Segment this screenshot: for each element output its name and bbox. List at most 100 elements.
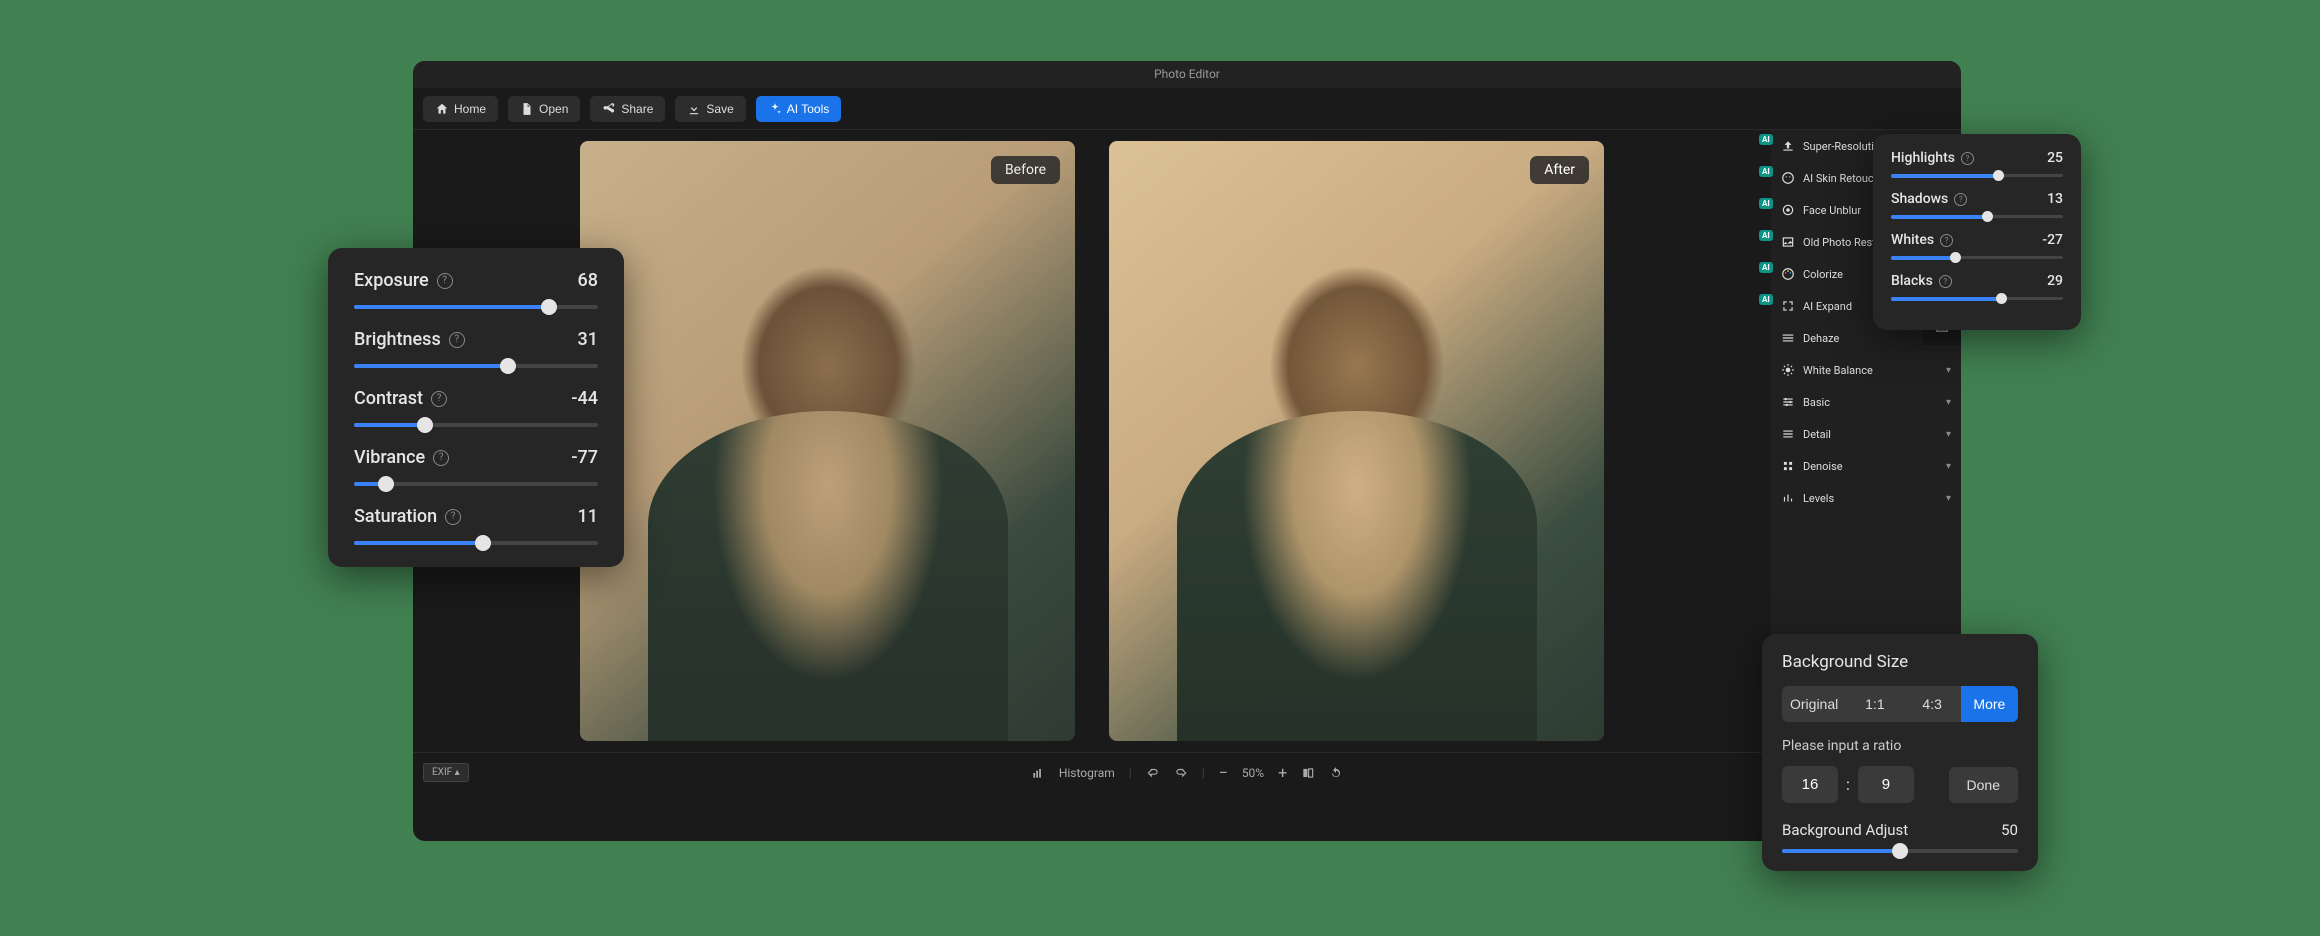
before-image[interactable]: Before [580, 141, 1075, 741]
slider-label: Shadows [1891, 191, 1948, 207]
sparkle-icon [768, 102, 782, 116]
share-icon [602, 102, 616, 116]
slider-contrast[interactable] [354, 423, 598, 427]
adjust-white-balance[interactable]: White Balance▾ [1771, 354, 1961, 386]
slider-value: -27 [2042, 232, 2063, 248]
save-button[interactable]: Save [675, 96, 745, 122]
expand-icon [1781, 299, 1795, 313]
toolbar: Home Open Share Save AI Tools [413, 88, 1961, 130]
slider-highlights[interactable] [1891, 174, 2063, 177]
photo-icon [1781, 235, 1795, 249]
help-icon[interactable]: ? [1954, 193, 1967, 206]
slider-label: Highlights [1891, 150, 1955, 166]
ratio-4:3[interactable]: 4:3 [1904, 686, 1961, 722]
download-icon [687, 102, 701, 116]
reset-icon[interactable] [1329, 766, 1343, 780]
tone-sliders-panel: Highlights? 25 Shadows? 13 Whites? -27 Blacks?… [1873, 134, 2081, 330]
help-icon[interactable]: ? [433, 450, 449, 466]
dehaze-icon [1781, 331, 1795, 345]
adjust-basic[interactable]: Basic▾ [1771, 386, 1961, 418]
levels-icon [1781, 491, 1795, 505]
slider-label: Vibrance [354, 447, 425, 468]
help-icon[interactable]: ? [445, 509, 461, 525]
file-icon [520, 102, 534, 116]
slider-whites[interactable] [1891, 256, 2063, 259]
slider-value: -44 [571, 388, 598, 409]
undo-icon[interactable] [1146, 766, 1160, 780]
bg-adjust-label: Background Adjust [1782, 821, 1908, 839]
editor-window: Photo Editor Home Open Share Save AI Too… [413, 61, 1961, 841]
background-size-panel: Background Size Original1:14:3More Pleas… [1762, 634, 2038, 871]
grid-icon [1781, 459, 1795, 473]
done-button[interactable]: Done [1949, 767, 2018, 803]
slider-value: 25 [2047, 150, 2063, 166]
slider-value: 68 [578, 270, 598, 291]
share-button[interactable]: Share [590, 96, 665, 122]
sliders-icon [1781, 427, 1795, 441]
bg-title: Background Size [1782, 652, 2018, 672]
help-icon[interactable]: ? [431, 391, 447, 407]
home-icon [435, 102, 449, 116]
bg-adjust-value: 50 [2001, 821, 2018, 839]
chevron-down-icon: ▾ [1946, 397, 1951, 408]
zoom-level[interactable]: 50% [1242, 766, 1264, 780]
slider-shadows[interactable] [1891, 215, 2063, 218]
before-tag: Before [991, 156, 1060, 184]
up-arrow-icon [1781, 139, 1795, 153]
bg-adjust-slider[interactable] [1782, 849, 2018, 853]
help-icon[interactable]: ? [449, 332, 465, 348]
after-image[interactable]: After [1109, 141, 1604, 741]
help-icon[interactable]: ? [1939, 275, 1952, 288]
slider-label: Exposure [354, 270, 429, 291]
compare-icon[interactable] [1301, 766, 1315, 780]
palette-icon [1781, 267, 1795, 281]
ratio-width-input[interactable] [1782, 766, 1838, 803]
chevron-down-icon: ▾ [1946, 493, 1951, 504]
help-icon[interactable]: ? [1961, 152, 1974, 165]
chevron-down-icon: ▾ [1946, 429, 1951, 440]
sun-icon [1781, 363, 1795, 377]
slider-value: -77 [571, 447, 598, 468]
after-tag: After [1530, 156, 1589, 184]
slider-label: Whites [1891, 232, 1934, 248]
redo-icon[interactable] [1174, 766, 1188, 780]
slider-vibrance[interactable] [354, 482, 598, 486]
help-icon[interactable]: ? [437, 273, 453, 289]
histogram-button[interactable]: Histogram [1059, 766, 1115, 780]
open-button[interactable]: Open [508, 96, 580, 122]
chevron-down-icon: ▾ [1946, 461, 1951, 472]
adjust-denoise[interactable]: Denoise▾ [1771, 450, 1961, 482]
home-button[interactable]: Home [423, 96, 498, 122]
title-bar: Photo Editor [413, 61, 1961, 88]
slider-label: Saturation [354, 506, 437, 527]
slider-saturation[interactable] [354, 541, 598, 545]
ai-tools-button[interactable]: AI Tools [756, 96, 841, 122]
ratio-height-input[interactable] [1858, 766, 1914, 803]
slider-value: 11 [578, 506, 598, 527]
face-icon [1781, 171, 1795, 185]
adjust-levels[interactable]: Levels▾ [1771, 482, 1961, 514]
slider-value: 31 [578, 329, 598, 350]
slider-label: Contrast [354, 388, 423, 409]
slider-value: 29 [2047, 273, 2063, 289]
zoom-in-button[interactable]: + [1278, 763, 1287, 782]
slider-value: 13 [2047, 191, 2063, 207]
ratio-original[interactable]: Original [1782, 686, 1846, 722]
sliders-icon [1781, 395, 1795, 409]
slider-label: Blacks [1891, 273, 1933, 289]
bottom-bar: EXIF ▴ Histogram | | − 50% + [413, 752, 1961, 792]
basic-sliders-panel: Exposure? 68 Brightness? 31 Contrast? -44 Vibr… [328, 248, 624, 567]
focus-icon [1781, 203, 1795, 217]
slider-exposure[interactable] [354, 305, 598, 309]
bg-prompt: Please input a ratio [1782, 738, 2018, 754]
adjust-detail[interactable]: Detail▾ [1771, 418, 1961, 450]
slider-label: Brightness [354, 329, 441, 350]
chevron-down-icon: ▾ [1946, 365, 1951, 376]
exif-button[interactable]: EXIF ▴ [423, 763, 469, 782]
help-icon[interactable]: ? [1940, 234, 1953, 247]
ratio-more[interactable]: More [1961, 686, 2018, 722]
slider-brightness[interactable] [354, 364, 598, 368]
slider-blacks[interactable] [1891, 297, 2063, 300]
ratio-1:1[interactable]: 1:1 [1846, 686, 1903, 722]
zoom-out-button[interactable]: − [1219, 763, 1228, 782]
